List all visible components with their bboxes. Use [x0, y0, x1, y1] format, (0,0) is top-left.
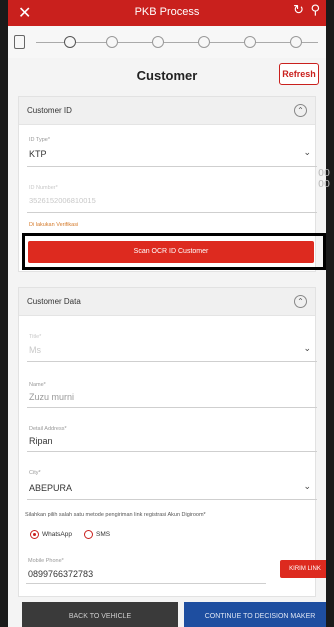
radio-selected-icon — [30, 530, 39, 539]
page-header: Customer Refresh — [8, 58, 326, 92]
back-to-vehicle-button[interactable]: BACK TO VEHICLE — [22, 602, 178, 627]
customer-data-card: Customer Data ⌃ Title* Ms ⌄ Name* Zuzu m… — [18, 287, 317, 597]
verification-note: Di lakukan Verifikasi — [29, 222, 79, 228]
field-label: ID Type* — [29, 137, 50, 143]
field-label: City* — [29, 470, 41, 476]
field-value: 0899766372783 — [28, 569, 94, 579]
name-field[interactable]: Name* Zuzu murni — [27, 382, 317, 408]
collapse-icon[interactable]: ⌃ — [294, 104, 307, 117]
app-screen: ✕ PKB Process ↻ ⚲ Customer Refresh Custo… — [8, 0, 326, 627]
radio-sms[interactable]: SMS — [84, 530, 110, 539]
chevron-down-icon: ⌄ — [303, 482, 311, 492]
app-title: PKB Process — [134, 6, 200, 18]
field-label: Mobile Phone* — [28, 558, 64, 564]
step-icon[interactable] — [152, 36, 164, 48]
collapse-icon[interactable]: ⌃ — [294, 295, 307, 308]
step-icon[interactable] — [106, 36, 118, 48]
step-icon[interactable] — [244, 36, 256, 48]
radio-label: WhatsApp — [42, 531, 72, 539]
section-title: Customer Data — [27, 297, 81, 306]
field-value: 3526152006810015 — [29, 196, 96, 205]
radio-label: SMS — [96, 531, 111, 539]
field-value: ABEPURA — [29, 483, 73, 493]
step-current-icon[interactable] — [64, 36, 76, 48]
send-link-button[interactable]: KIRIM LINK — [280, 560, 326, 578]
clipboard-icon — [14, 35, 25, 49]
field-label: ID Number* — [29, 185, 58, 191]
mobile-phone-field[interactable]: Mobile Phone* 0899766372783 — [26, 558, 266, 584]
step-icon[interactable] — [290, 36, 302, 48]
customer-id-header[interactable]: Customer ID ⌃ — [19, 97, 315, 125]
customer-data-header[interactable]: Customer Data ⌃ — [19, 288, 315, 316]
send-method-note: Silahkan pilih salah satu metode pengiri… — [25, 512, 206, 518]
radio-whatsapp[interactable]: WhatsApp — [30, 530, 72, 539]
field-label: Detail Address* — [29, 426, 67, 432]
field-value: Zuzu murni — [29, 392, 75, 402]
radio-unselected-icon — [84, 530, 93, 539]
field-value: KTP — [29, 149, 47, 159]
app-header: ✕ PKB Process ↻ ⚲ — [8, 0, 326, 26]
id-number-field[interactable]: ID Number* 3526152006810015 — [27, 185, 317, 213]
step-icon[interactable] — [198, 36, 210, 48]
search-icon[interactable]: ⚲ — [310, 3, 320, 18]
id-type-select[interactable]: ID Type* KTP ⌄ — [27, 137, 317, 167]
side-decoration-icon: OO OO — [318, 168, 331, 190]
progress-stepper — [8, 26, 326, 58]
field-value: Ms — [29, 345, 41, 355]
chevron-down-icon: ⌄ — [303, 148, 311, 158]
stepper-line — [36, 42, 318, 43]
highlight-box — [22, 233, 326, 270]
city-select[interactable]: City* ABEPURA ⌄ — [27, 470, 317, 500]
history-icon[interactable]: ↻ — [293, 3, 304, 18]
field-label: Title* — [29, 334, 42, 340]
chevron-down-icon: ⌄ — [303, 344, 311, 354]
title-select[interactable]: Title* Ms ⌄ — [27, 334, 317, 362]
continue-button[interactable]: CONTINUE TO DECISION MAKER — [184, 602, 326, 627]
field-label: Name* — [29, 382, 46, 388]
section-title: Customer ID — [27, 106, 72, 115]
field-value: Ripan — [29, 436, 53, 446]
detail-address-field[interactable]: Detail Address* Ripan — [27, 426, 317, 452]
refresh-button[interactable]: Refresh — [279, 63, 319, 85]
